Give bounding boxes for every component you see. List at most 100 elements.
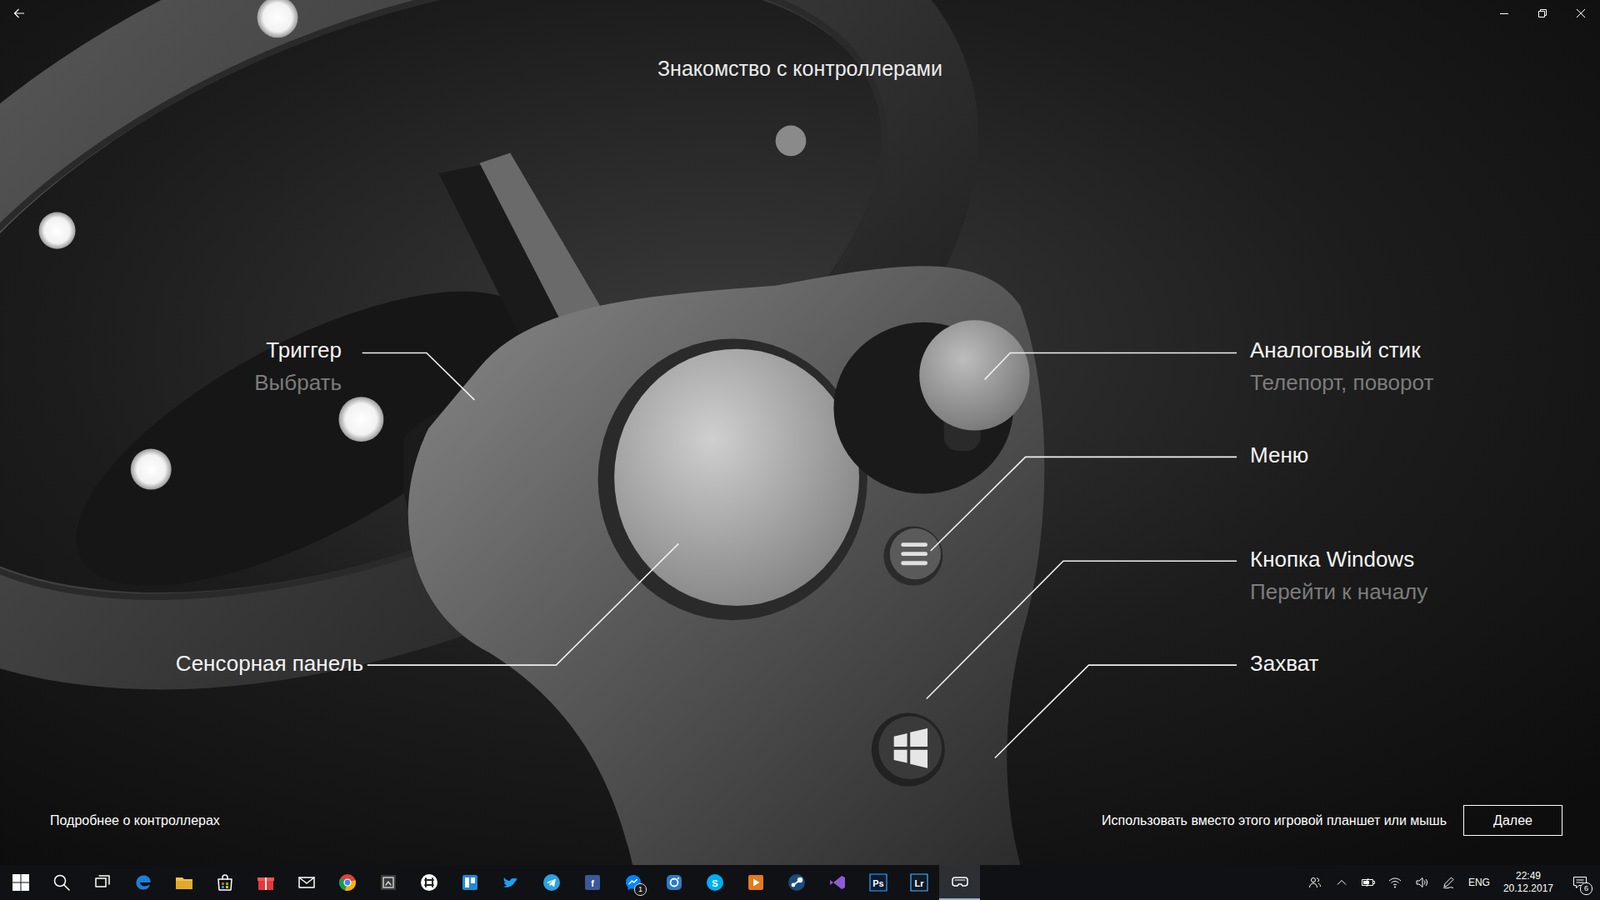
grip-leader-line [995,665,1237,758]
trello-taskbar-button[interactable] [449,865,490,900]
callout-label: Аналоговый стик [1250,334,1434,367]
facebook-icon: f [582,872,603,893]
instagram-taskbar-button[interactable] [653,865,695,900]
twitter-icon [500,872,521,893]
callout-hint: Выбрать [254,366,342,400]
callout-hint: Телепорт, поворот [1250,366,1434,400]
skype-taskbar-button[interactable]: S [694,865,735,900]
store-taskbar-button[interactable] [204,865,245,900]
restore-icon [1538,9,1547,18]
speaker-icon [1415,875,1429,890]
twitter-taskbar-button[interactable] [490,865,531,900]
steam-taskbar-button[interactable] [775,865,817,900]
visual-studio-taskbar-button[interactable] [816,865,858,900]
menu-leader-line [930,456,1237,551]
touchpad-leader-line [367,543,679,665]
callout-label: Кнопка Windows [1250,543,1428,576]
volume-button[interactable] [1408,865,1435,900]
start-icon [10,872,31,893]
callout-label: Захват [1250,647,1319,680]
show-hidden-icons-button[interactable] [1328,865,1355,900]
mail-icon [296,872,317,893]
more-link[interactable]: Подробнее о контроллерах [50,813,220,829]
app-icon-label: Lr [914,878,925,889]
explorer-taskbar-button[interactable] [163,865,205,900]
menu-button-icon [883,526,943,586]
wifi-icon [1388,875,1402,890]
people-icon [1308,875,1322,890]
window-controls [1485,0,1600,27]
close-icon [1576,9,1585,18]
windows-button-leader-line [926,560,1237,699]
action-center-button[interactable]: 6 [1560,865,1600,900]
alt-input-link[interactable]: Использовать вместо этого игровой планше… [1101,813,1447,829]
gift-taskbar-button[interactable] [245,865,286,900]
steam-icon [786,872,807,893]
controllers-page: Знакомство с контроллерами Подробнее о ко… [0,0,1600,865]
next-button[interactable]: Далее [1463,805,1563,836]
back-arrow-icon [13,7,25,20]
player-taskbar-button[interactable] [735,865,776,900]
page-title: Знакомство с контроллерами [0,55,1600,82]
photoshop-icon: Ps [868,872,889,893]
title-bar [0,0,1600,27]
trigger-leader-line [362,353,475,400]
mixed-reality-taskbar-button[interactable] [939,865,980,900]
facebook-taskbar-button[interactable]: f [571,865,613,900]
messenger-taskbar-button[interactable]: 1 [612,865,654,900]
people-button[interactable] [1301,865,1329,900]
menu-callout: Меню [1250,439,1309,472]
start-taskbar-button[interactable] [0,865,41,900]
edge-taskbar-button[interactable] [122,865,164,900]
controller-body-icon [408,265,1045,865]
controller-image [0,0,1600,865]
callout-label: Триггер [254,334,342,367]
footer: Подробнее о контроллерах Использовать вме… [0,805,1600,865]
trigger-callout: ТриггерВыбрать [254,334,342,400]
windows-button-icon [871,713,945,787]
task-view-icon [92,872,113,893]
restore-button[interactable] [1523,0,1562,27]
callout-label: Меню [1250,439,1309,472]
chrome-taskbar-button[interactable] [326,865,368,900]
player-icon [745,872,766,893]
input-language-button[interactable]: ENG [1461,865,1497,900]
taskbar: f1 S Ps Lr ENG22:4920.12.20176 [0,865,1600,900]
gift-icon [255,872,276,893]
close-button[interactable] [1561,0,1600,27]
skype-icon: S [705,872,725,893]
task-view-taskbar-button[interactable] [81,865,123,900]
taskbar-apps: f1 S Ps Lr [0,865,980,900]
thumbstick-callout: Аналоговый стикТелепорт, поворот [1250,334,1434,400]
search-taskbar-button[interactable] [40,865,82,900]
chrome-icon [337,872,358,893]
app-icon-label: S [711,878,718,889]
clock[interactable]: 22:4920.12.2017 [1496,865,1560,900]
app-icon [378,872,399,893]
touchpad-icon [598,338,868,620]
pen-icon [1441,875,1455,890]
edge-icon [133,872,154,893]
mail-taskbar-button[interactable] [285,865,327,900]
thumbstick-leader-line [985,353,1237,380]
lightroom-taskbar-button[interactable]: Lr [898,865,940,900]
network-button[interactable] [1381,865,1409,900]
footer-actions: Использовать вместо этого игровой планше… [1101,805,1563,836]
minimize-button[interactable] [1485,0,1524,27]
trello-icon [460,872,480,893]
store-icon [215,872,235,893]
pen-workspace-button[interactable] [1435,865,1462,900]
touchpad-callout: Сенсорная панель [175,647,364,680]
battery-icon [1360,876,1376,889]
photoshop-taskbar-button[interactable]: Ps [857,865,899,900]
screen: Знакомство с контроллерами Подробнее о ко… [0,0,1600,900]
thumbstick-icon [833,320,1030,494]
app-taskbar-button[interactable] [367,865,409,900]
grip-callout: Захват [1250,647,1319,680]
chevron-up-icon [1336,877,1347,888]
chat-taskbar-button[interactable] [408,865,450,900]
app-icon-label: Ps [872,878,884,889]
telegram-taskbar-button[interactable] [530,865,572,900]
battery-button[interactable] [1355,865,1382,900]
back-button[interactable] [0,0,39,27]
